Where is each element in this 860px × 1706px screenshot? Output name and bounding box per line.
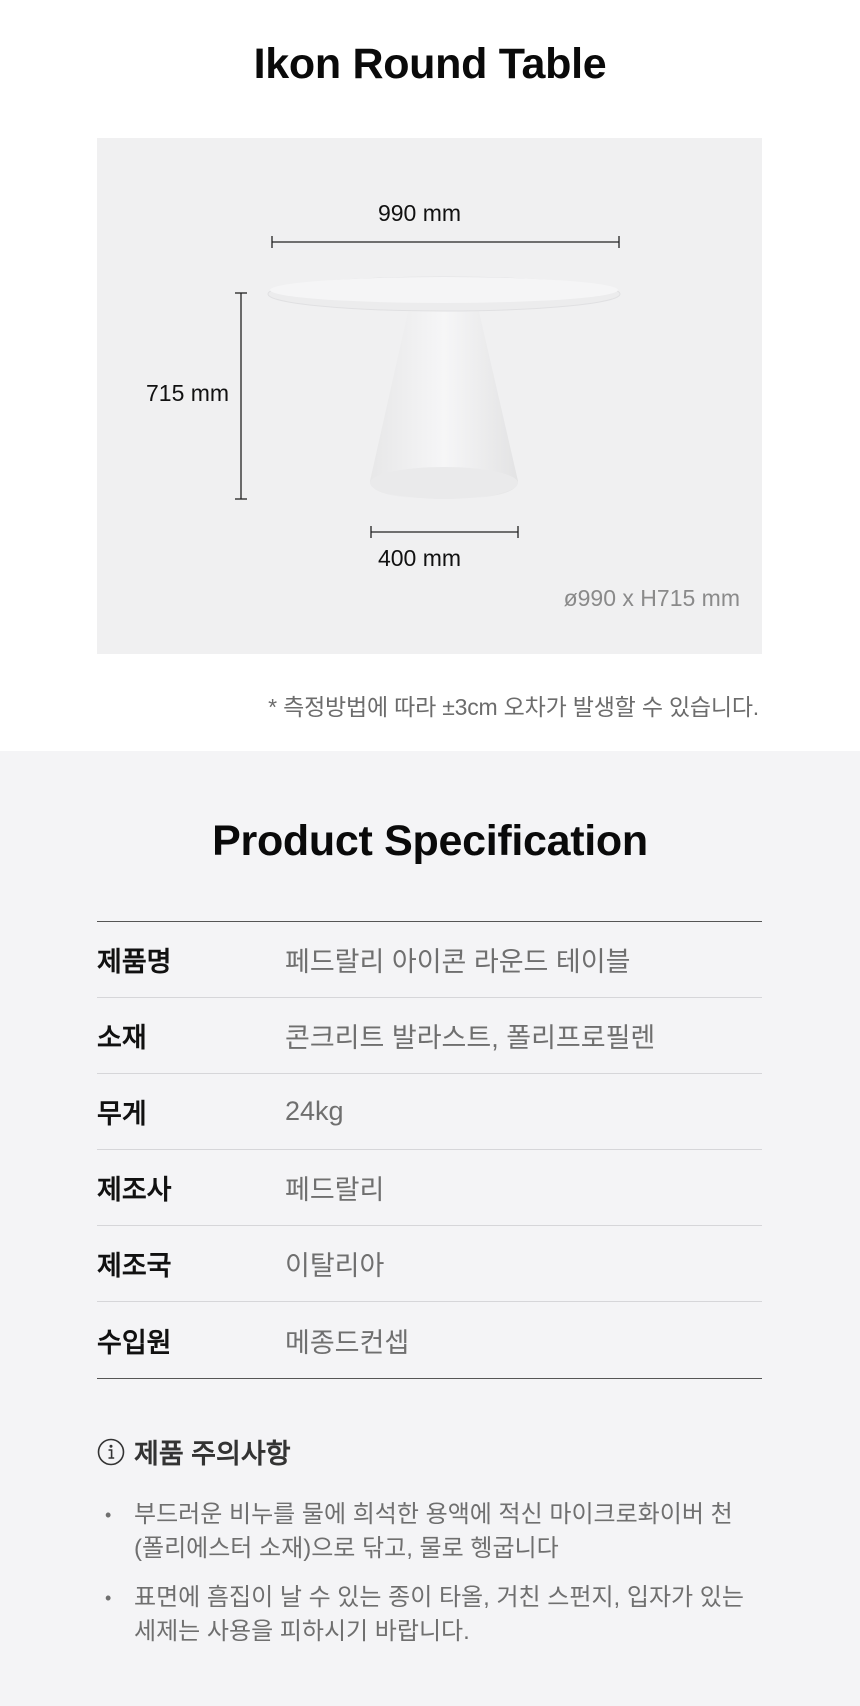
caution-heading: 제품 주의사항 [97, 1432, 291, 1471]
dimension-summary: ø990 x H715 mm [563, 585, 740, 611]
base-label: 400 mm [377, 545, 462, 571]
spec-key: 제품명 [97, 947, 172, 977]
product-dimension-section: Ikon Round Table 990 mm 715 mm 400 mm ø9… [0, 0, 860, 751]
caution-item: 표면에 흠집이 날 수 있는 종이 타올, 거친 스펀지, 입자가 있는 세제는… [97, 1581, 762, 1649]
spec-key: 무게 [97, 1099, 147, 1129]
dimension-drawing: 990 mm 715 mm 400 mm ø990 x H715 mm [97, 138, 762, 654]
product-title: Ikon Round Table [253, 40, 607, 88]
spec-value: 콘크리트 발라스트, 폴리프로필렌 [285, 1023, 656, 1053]
spec-title: Product Specification [212, 817, 648, 865]
specification-section: Product Specification 제품명 페드랄리 아이콘 라운드 테… [0, 751, 860, 1706]
spec-row-product-name: 제품명 페드랄리 아이콘 라운드 테이블 [97, 922, 762, 998]
spec-table: 제품명 페드랄리 아이콘 라운드 테이블 소재 콘크리트 발라스트, 폴리프로필… [97, 921, 762, 1379]
spec-row-weight: 무게 24kg [97, 1074, 762, 1150]
spec-key: 수입원 [97, 1327, 172, 1358]
spec-row-material: 소재 콘크리트 발라스트, 폴리프로필렌 [97, 998, 762, 1074]
spec-value: 페드랄리 [285, 1175, 385, 1205]
base-dimension-line [370, 526, 519, 538]
spec-value: 24kg [285, 1096, 344, 1126]
spec-row-importer: 수입원 메종드컨셉 [97, 1302, 762, 1378]
spec-key: 제조사 [97, 1175, 172, 1205]
caution-title: 제품 주의사항 [134, 1439, 291, 1469]
caution-item: 부드러운 비누를 물에 희석한 용액에 적신 마이크로화이버 천 (폴리에스터 … [97, 1498, 762, 1566]
caution-list: 부드러운 비누를 물에 희석한 용액에 적신 마이크로화이버 천 (폴리에스터 … [97, 1498, 762, 1664]
spec-key: 제조국 [97, 1251, 172, 1281]
width-dimension-line [271, 236, 620, 248]
width-label: 990 mm [377, 200, 462, 226]
spec-value: 이탈리아 [285, 1251, 385, 1281]
spec-row-country: 제조국 이탈리아 [97, 1226, 762, 1302]
height-label: 715 mm [146, 380, 230, 406]
measurement-note: * 측정방법에 따라 ±3cm 오차가 발생할 수 있습니다. [268, 694, 759, 720]
spec-value: 페드랄리 아이콘 라운드 테이블 [285, 947, 631, 977]
spec-key: 소재 [97, 1023, 147, 1053]
height-dimension-line [235, 292, 247, 500]
spec-value: 메종드컨셉 [285, 1327, 410, 1358]
spec-row-manufacturer: 제조사 페드랄리 [97, 1150, 762, 1226]
info-icon [97, 1438, 125, 1465]
